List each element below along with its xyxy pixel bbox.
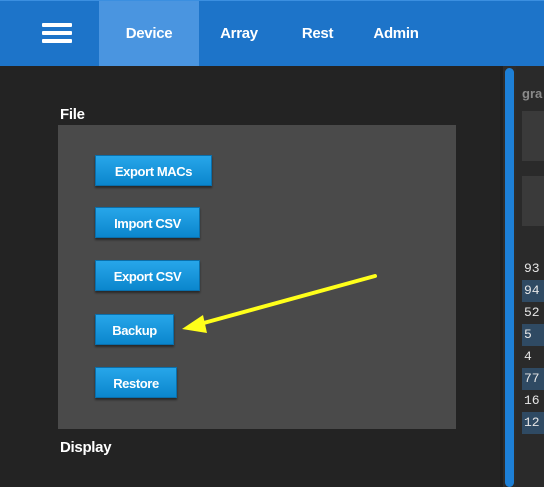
tab-rest[interactable]: Rest [279,1,356,67]
export-csv-button[interactable]: Export CSV [95,260,200,291]
table-row[interactable]: 77 [522,368,544,390]
tab-admin[interactable]: Admin [356,1,436,67]
table-row[interactable]: 93 [522,258,544,280]
header-block [522,111,544,161]
import-csv-button[interactable]: Import CSV [95,207,200,238]
table-row[interactable]: 94 [522,280,544,302]
display-section-title: Display [60,439,112,456]
top-navigation-bar: Device Array Rest Admin [0,0,544,67]
table-row[interactable]: 52 [522,302,544,324]
right-data-panel: gra 93 94 52 5 4 77 16 12 [516,66,544,487]
tab-array[interactable]: Array [199,1,279,67]
header-block [522,176,544,226]
file-section-title: File [60,106,85,123]
table-row[interactable]: 5 [522,324,544,346]
table-row[interactable]: 4 [522,346,544,368]
restore-button[interactable]: Restore [95,367,177,398]
backup-button[interactable]: Backup [95,314,174,345]
table-row[interactable]: 12 [522,412,544,434]
table-row[interactable]: 16 [522,390,544,412]
scrollbar-thumb[interactable] [505,68,514,487]
hamburger-menu-icon[interactable] [42,21,72,45]
export-macs-button[interactable]: Export MACs [95,155,212,186]
column-header-fragment: gra [522,86,543,101]
tab-device[interactable]: Device [99,1,199,67]
